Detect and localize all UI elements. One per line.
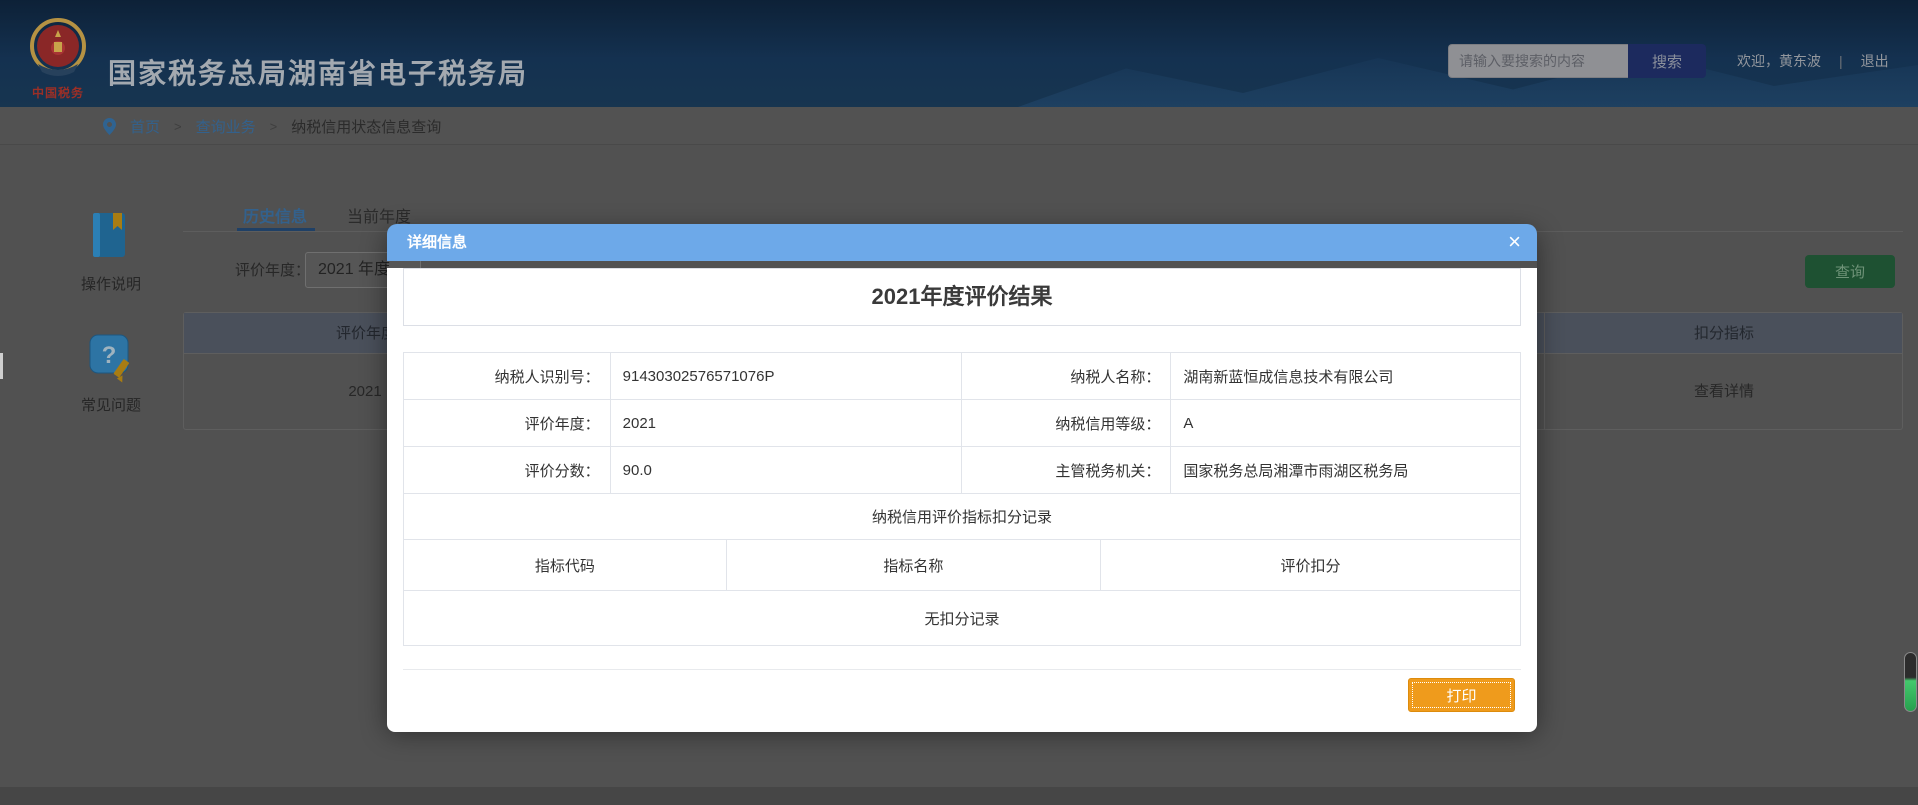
deduction-section-title: 纳税信用评价指标扣分记录	[404, 494, 1521, 540]
taxpayer-id-value: 91430302576571076P	[610, 353, 962, 400]
field-label: 纳税人识别号：	[404, 353, 611, 400]
table-row: 评价年度： 2021 纳税信用等级： A	[404, 400, 1521, 447]
logo-caption: 中国税务	[20, 84, 96, 101]
search-input[interactable]	[1448, 44, 1628, 78]
deduction-records-table: 指标代码 指标名称 评价扣分 无扣分记录	[403, 539, 1521, 646]
welcome-text: 欢迎，黄东波	[1737, 51, 1821, 71]
field-label: 纳税信用等级：	[962, 400, 1171, 447]
site-header: 中国税务 国家税务总局湖南省电子税务局 搜索 欢迎，黄东波 | 退出	[0, 0, 1918, 107]
page-bottom-strip	[0, 787, 1918, 805]
location-pin-icon	[103, 118, 116, 135]
search-box: 搜索	[1448, 44, 1706, 78]
breadcrumb-current-page: 纳税信用状态信息查询	[291, 116, 441, 137]
breadcrumb: 首页 > 查询业务 > 纳税信用状态信息查询	[103, 107, 441, 145]
field-label: 评价分数：	[404, 447, 611, 494]
modal-footer: 打印	[403, 670, 1521, 712]
breadcrumb-separator: >	[174, 119, 182, 134]
sidebar-item-manual[interactable]: 操作说明	[66, 210, 156, 294]
close-icon[interactable]: ×	[1508, 224, 1521, 261]
table-row: 指标代码 指标名称 评价扣分	[404, 540, 1521, 591]
table-row: 纳税人识别号： 91430302576571076P 纳税人名称： 湖南新蓝恒成…	[404, 353, 1521, 400]
logout-link[interactable]: 退出	[1861, 51, 1889, 71]
user-area: 欢迎，黄东波 | 退出	[1737, 44, 1889, 78]
tab-history-info[interactable]: 历史信息	[243, 203, 307, 227]
modal-body: 2021年度评价结果 纳税人识别号： 91430302576571076P 纳税…	[387, 268, 1537, 732]
screen: 中国税务 国家税务总局湖南省电子税务局 搜索 欢迎，黄东波 | 退出 首页 > …	[0, 0, 1918, 805]
result-title: 2021年度评价结果	[403, 268, 1521, 326]
query-button[interactable]: 查询	[1805, 255, 1895, 288]
table-row: 无扣分记录	[404, 591, 1521, 646]
breadcrumb-bar: 首页 > 查询业务 > 纳税信用状态信息查询	[0, 107, 1918, 145]
sidebar-item-label: 常见问题	[66, 394, 156, 415]
no-records-text: 无扣分记录	[404, 591, 1521, 646]
field-label: 主管税务机关：	[962, 447, 1171, 494]
tax-authority-value: 国家税务总局湘潭市雨湖区税务局	[1171, 447, 1521, 494]
evaluation-score-value: 90.0	[610, 447, 962, 494]
field-label: 评价年度：	[404, 400, 611, 447]
book-icon	[89, 210, 133, 262]
left-edge-notch	[0, 353, 3, 379]
breadcrumb-query-services[interactable]: 查询业务	[196, 116, 256, 137]
table-row: 纳税信用评价指标扣分记录	[404, 494, 1521, 540]
site-title: 国家税务总局湖南省电子税务局	[108, 52, 528, 92]
user-separator: |	[1839, 53, 1843, 69]
column-header-deduction-score: 评价扣分	[1101, 540, 1521, 591]
evaluation-year-value: 2021	[610, 400, 962, 447]
column-header-indicator-name: 指标名称	[726, 540, 1100, 591]
question-pencil-icon: ?	[88, 333, 134, 383]
tax-emblem-logo-icon	[26, 16, 90, 80]
credit-rating-value: A	[1171, 400, 1521, 447]
table-column-separator	[1544, 313, 1545, 429]
sidebar-item-label: 操作说明	[66, 273, 156, 294]
evaluation-year-label: 评价年度：	[235, 253, 310, 289]
field-label: 纳税人名称：	[962, 353, 1171, 400]
column-header-indicator-code: 指标代码	[404, 540, 727, 591]
breadcrumb-home[interactable]: 首页	[130, 116, 160, 137]
table-row: 评价分数： 90.0 主管税务机关： 国家税务总局湘潭市雨湖区税务局	[404, 447, 1521, 494]
print-button[interactable]: 打印	[1408, 678, 1515, 712]
search-button[interactable]: 搜索	[1628, 44, 1706, 78]
modal-header: 详细信息 ×	[387, 224, 1537, 261]
detail-info-modal: 详细信息 × 2021年度评价结果 纳税人识别号： 91430302576571…	[387, 224, 1537, 725]
sidebar-item-faq[interactable]: ? 常见问题	[66, 333, 156, 415]
side-progress-indicator	[1904, 652, 1917, 712]
taxpayer-info-table: 纳税人识别号： 91430302576571076P 纳税人名称： 湖南新蓝恒成…	[403, 352, 1521, 540]
svg-text:?: ?	[102, 342, 117, 369]
modal-title: 详细信息	[387, 224, 1537, 261]
column-header-deduction: 扣分指标	[1644, 313, 1804, 354]
view-details-link[interactable]: 查看详情	[1644, 354, 1804, 429]
breadcrumb-separator: >	[270, 119, 278, 134]
taxpayer-name-value: 湖南新蓝恒成信息技术有限公司	[1171, 353, 1521, 400]
